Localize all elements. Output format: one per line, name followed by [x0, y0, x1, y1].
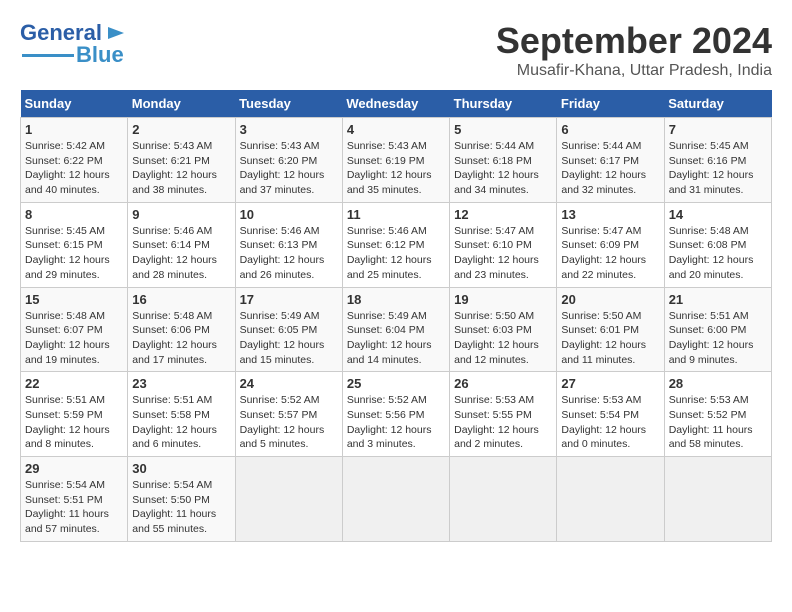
- calendar-day-7: 7Sunrise: 5:45 AMSunset: 6:16 PMDaylight…: [664, 118, 771, 203]
- logo-blue: Blue: [76, 42, 124, 68]
- calendar-day-14: 14Sunrise: 5:48 AMSunset: 6:08 PMDayligh…: [664, 202, 771, 287]
- calendar-day-28: 28Sunrise: 5:53 AMSunset: 5:52 PMDayligh…: [664, 372, 771, 457]
- location-title: Musafir-Khana, Uttar Pradesh, India: [496, 62, 772, 80]
- header-saturday: Saturday: [664, 90, 771, 118]
- logo-arrow-icon: [106, 23, 126, 43]
- calendar-day-27: 27Sunrise: 5:53 AMSunset: 5:54 PMDayligh…: [557, 372, 664, 457]
- calendar-day-24: 24Sunrise: 5:52 AMSunset: 5:57 PMDayligh…: [235, 372, 342, 457]
- calendar-day-29: 29Sunrise: 5:54 AMSunset: 5:51 PMDayligh…: [21, 457, 128, 542]
- calendar-week-2: 15Sunrise: 5:48 AMSunset: 6:07 PMDayligh…: [21, 287, 772, 372]
- page-header: General Blue September 2024 Musafir-Khan…: [20, 20, 772, 80]
- calendar-day-12: 12Sunrise: 5:47 AMSunset: 6:10 PMDayligh…: [450, 202, 557, 287]
- header-sunday: Sunday: [21, 90, 128, 118]
- calendar-day-8: 8Sunrise: 5:45 AMSunset: 6:15 PMDaylight…: [21, 202, 128, 287]
- calendar-day-9: 9Sunrise: 5:46 AMSunset: 6:14 PMDaylight…: [128, 202, 235, 287]
- header-monday: Monday: [128, 90, 235, 118]
- calendar-day-25: 25Sunrise: 5:52 AMSunset: 5:56 PMDayligh…: [342, 372, 449, 457]
- calendar-empty-cell: [557, 457, 664, 542]
- header-friday: Friday: [557, 90, 664, 118]
- title-block: September 2024 Musafir-Khana, Uttar Prad…: [496, 20, 772, 80]
- calendar-day-30: 30Sunrise: 5:54 AMSunset: 5:50 PMDayligh…: [128, 457, 235, 542]
- calendar-header-row: SundayMondayTuesdayWednesdayThursdayFrid…: [21, 90, 772, 118]
- calendar-empty-cell: [342, 457, 449, 542]
- calendar-day-1: 1Sunrise: 5:42 AMSunset: 6:22 PMDaylight…: [21, 118, 128, 203]
- calendar-day-26: 26Sunrise: 5:53 AMSunset: 5:55 PMDayligh…: [450, 372, 557, 457]
- calendar-week-4: 29Sunrise: 5:54 AMSunset: 5:51 PMDayligh…: [21, 457, 772, 542]
- calendar-day-11: 11Sunrise: 5:46 AMSunset: 6:12 PMDayligh…: [342, 202, 449, 287]
- header-wednesday: Wednesday: [342, 90, 449, 118]
- calendar-day-20: 20Sunrise: 5:50 AMSunset: 6:01 PMDayligh…: [557, 287, 664, 372]
- calendar-day-3: 3Sunrise: 5:43 AMSunset: 6:20 PMDaylight…: [235, 118, 342, 203]
- header-thursday: Thursday: [450, 90, 557, 118]
- calendar-empty-cell: [450, 457, 557, 542]
- calendar-empty-cell: [664, 457, 771, 542]
- calendar-week-3: 22Sunrise: 5:51 AMSunset: 5:59 PMDayligh…: [21, 372, 772, 457]
- calendar-day-18: 18Sunrise: 5:49 AMSunset: 6:04 PMDayligh…: [342, 287, 449, 372]
- calendar-day-13: 13Sunrise: 5:47 AMSunset: 6:09 PMDayligh…: [557, 202, 664, 287]
- calendar-day-10: 10Sunrise: 5:46 AMSunset: 6:13 PMDayligh…: [235, 202, 342, 287]
- calendar-day-6: 6Sunrise: 5:44 AMSunset: 6:17 PMDaylight…: [557, 118, 664, 203]
- calendar-day-2: 2Sunrise: 5:43 AMSunset: 6:21 PMDaylight…: [128, 118, 235, 203]
- calendar-week-0: 1Sunrise: 5:42 AMSunset: 6:22 PMDaylight…: [21, 118, 772, 203]
- calendar-day-5: 5Sunrise: 5:44 AMSunset: 6:18 PMDaylight…: [450, 118, 557, 203]
- calendar-table: SundayMondayTuesdayWednesdayThursdayFrid…: [20, 90, 772, 542]
- calendar-day-17: 17Sunrise: 5:49 AMSunset: 6:05 PMDayligh…: [235, 287, 342, 372]
- calendar-day-22: 22Sunrise: 5:51 AMSunset: 5:59 PMDayligh…: [21, 372, 128, 457]
- calendar-day-15: 15Sunrise: 5:48 AMSunset: 6:07 PMDayligh…: [21, 287, 128, 372]
- calendar-day-4: 4Sunrise: 5:43 AMSunset: 6:19 PMDaylight…: [342, 118, 449, 203]
- logo: General Blue: [20, 20, 126, 68]
- calendar-week-1: 8Sunrise: 5:45 AMSunset: 6:15 PMDaylight…: [21, 202, 772, 287]
- month-title: September 2024: [496, 20, 772, 62]
- calendar-day-16: 16Sunrise: 5:48 AMSunset: 6:06 PMDayligh…: [128, 287, 235, 372]
- calendar-day-19: 19Sunrise: 5:50 AMSunset: 6:03 PMDayligh…: [450, 287, 557, 372]
- calendar-empty-cell: [235, 457, 342, 542]
- header-tuesday: Tuesday: [235, 90, 342, 118]
- calendar-day-21: 21Sunrise: 5:51 AMSunset: 6:00 PMDayligh…: [664, 287, 771, 372]
- calendar-day-23: 23Sunrise: 5:51 AMSunset: 5:58 PMDayligh…: [128, 372, 235, 457]
